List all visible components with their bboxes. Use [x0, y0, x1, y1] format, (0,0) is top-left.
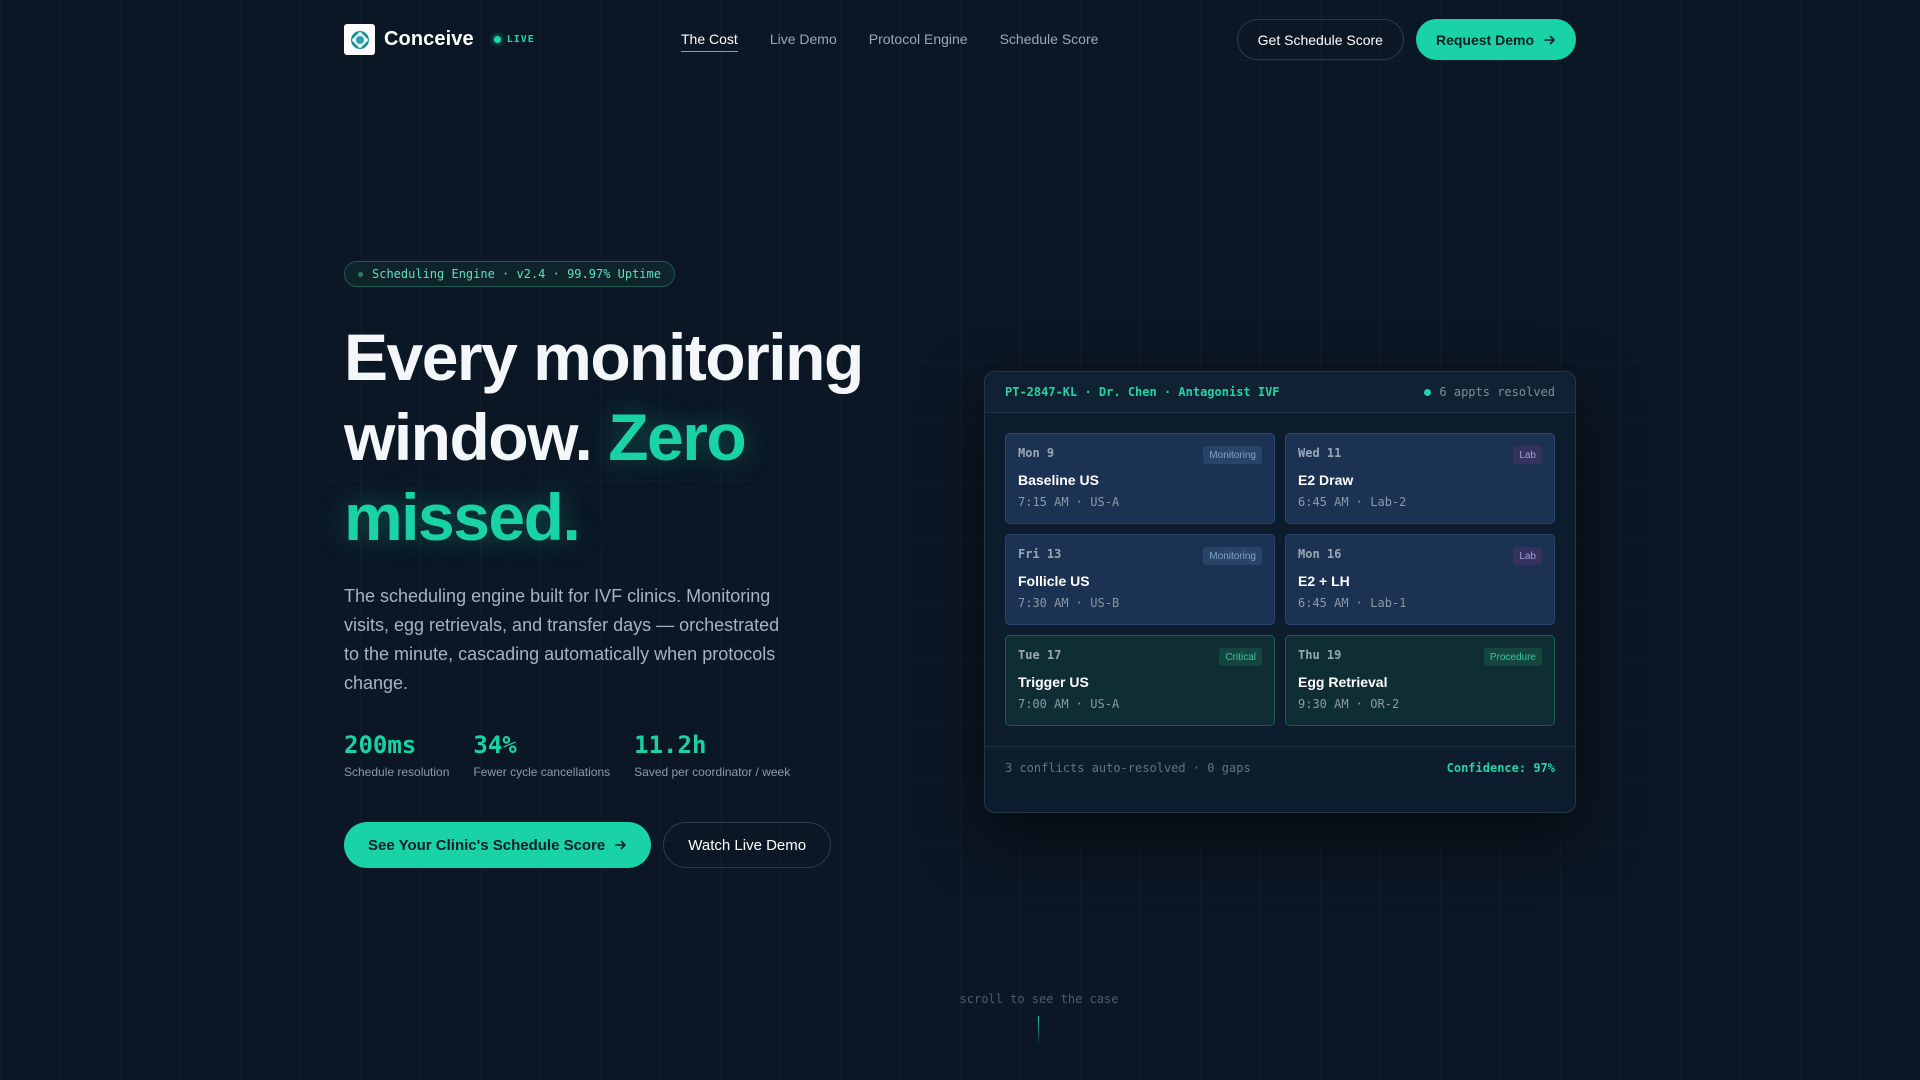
hero-description: The scheduling engine built for IVF clin… — [344, 586, 780, 693]
appointment-card[interactable]: Wed 11 Lab E2 Draw 6:45 AM · Lab-2 — [1285, 433, 1555, 524]
nav-actions: Get Schedule Score Request Demo — [1236, 19, 1576, 60]
schedule-score-cta-label: See Your Clinic's Schedule Score — [368, 836, 606, 854]
hero-headline: Every monitoring window. Zero missed. — [344, 317, 904, 557]
stat-item: 34% Fewer cycle cancellations — [473, 731, 610, 779]
panel-header: PT-2847-KL · Dr. Chen · Antagonist IVF 6… — [985, 372, 1575, 413]
schedule-score-cta-button[interactable]: See Your Clinic's Schedule Score — [344, 822, 652, 868]
stat-item: 11.2h Saved per coordinator / week — [634, 731, 790, 779]
scroll-indicator-line — [1038, 1016, 1039, 1046]
appointment-card[interactable]: Fri 13 Monitoring Follicle US 7:30 AM · … — [1005, 534, 1275, 625]
appointment-meta: 7:00 AM · US-A — [1018, 697, 1120, 711]
headline-line-1: Every monitoring — [344, 320, 864, 394]
confidence-score: Confidence: 97% — [1446, 760, 1555, 775]
request-demo-button[interactable]: Request Demo — [1415, 19, 1576, 60]
resolved-status: 6 appts resolved — [1424, 385, 1555, 399]
appointment-time: 9:30 AM — [1298, 697, 1349, 711]
headline-line-2a: window. — [344, 400, 593, 474]
version-badge: Scheduling Engine · v2.4 · 99.97% Uptime — [344, 261, 675, 287]
live-dot-icon — [493, 36, 501, 43]
appointment-meta: 6:45 AM · Lab-2 — [1298, 495, 1407, 509]
appointment-meta: 7:30 AM · US-B — [1018, 596, 1120, 610]
appointment-card[interactable]: Tue 17 Critical Trigger US 7:00 AM · US-… — [1005, 635, 1275, 726]
badge-dot-icon — [358, 271, 363, 277]
appointment-day: Wed 11 — [1298, 446, 1342, 460]
stat-label: Saved per coordinator / week — [634, 765, 791, 779]
brand-name[interactable]: Conceive — [384, 28, 474, 51]
headline-accent-missed: missed. — [344, 480, 581, 554]
appointment-title: Trigger US — [1018, 674, 1089, 690]
nav-link-protocol-engine[interactable]: Protocol Engine — [869, 31, 968, 52]
nav-link-the-cost[interactable]: The Cost — [681, 31, 738, 52]
scroll-hint: scroll to see the case — [959, 992, 1119, 1006]
appointment-time: 7:00 AM — [1018, 697, 1069, 711]
appointment-card[interactable]: Mon 16 Lab E2 + LH 6:45 AM · Lab-1 — [1285, 534, 1555, 625]
nav-link-live-demo[interactable]: Live Demo — [770, 31, 837, 52]
top-nav: Conceive LIVE The Cost Live Demo Protoco… — [344, 19, 1576, 60]
appointment-meta: 7:15 AM · US-A — [1018, 495, 1120, 509]
live-indicator: LIVE — [493, 34, 535, 45]
nav-link-schedule-score[interactable]: Schedule Score — [1000, 31, 1099, 52]
appointment-tag: Lab — [1513, 446, 1542, 464]
appointment-tag: Procedure — [1483, 648, 1542, 666]
appointment-meta: 9:30 AM · OR-2 — [1298, 697, 1400, 711]
nav-links: The Cost Live Demo Protocol Engine Sched… — [681, 31, 1098, 52]
stat-value: 200ms — [344, 731, 417, 759]
live-label: LIVE — [506, 34, 535, 45]
hero-stats: 200ms Schedule resolution 34% Fewer cycl… — [344, 731, 790, 779]
appointment-location: US-A — [1090, 697, 1120, 711]
stat-value: 11.2h — [634, 731, 707, 759]
schedule-panel: PT-2847-KL · Dr. Chen · Antagonist IVF 6… — [984, 371, 1576, 813]
appointment-location: US-B — [1090, 596, 1120, 610]
appointment-title: Baseline US — [1018, 472, 1099, 488]
stat-item: 200ms Schedule resolution — [344, 731, 449, 779]
appointment-tag: Critical — [1219, 648, 1262, 666]
appointment-title: Egg Retrieval — [1298, 674, 1388, 690]
appointment-location: Lab-2 — [1370, 495, 1407, 509]
stat-value: 34% — [473, 731, 517, 759]
badge-text: Scheduling Engine · v2.4 · 99.97% Uptime — [372, 267, 661, 281]
conflicts-summary: 3 conflicts auto-resolved · 0 gaps — [1005, 760, 1251, 775]
watch-live-demo-button[interactable]: Watch Live Demo — [663, 822, 832, 868]
appointment-time: 6:45 AM — [1298, 596, 1349, 610]
appointment-location: US-A — [1090, 495, 1120, 509]
appointment-meta: 6:45 AM · Lab-1 — [1298, 596, 1407, 610]
appointment-title: E2 Draw — [1298, 472, 1354, 488]
appointment-tag: Monitoring — [1203, 446, 1262, 464]
stat-label: Fewer cycle cancellations — [473, 765, 611, 779]
appointment-location: OR-2 — [1370, 697, 1400, 711]
appointment-time: 6:45 AM — [1298, 495, 1349, 509]
appointment-tag: Lab — [1513, 547, 1542, 565]
resolved-status-text: 6 appts resolved — [1439, 385, 1555, 399]
appointment-location: Lab-1 — [1370, 596, 1407, 610]
appointment-tag: Monitoring — [1203, 547, 1262, 565]
get-schedule-score-button[interactable]: Get Schedule Score — [1236, 19, 1404, 60]
appointment-time: 7:15 AM — [1018, 495, 1069, 509]
appointment-grid: Mon 9 Monitoring Baseline US 7:15 AM · U… — [1005, 433, 1555, 726]
hero-actions: See Your Clinic's Schedule Score Watch L… — [344, 822, 832, 868]
appointment-card[interactable]: Thu 19 Procedure Egg Retrieval 9:30 AM ·… — [1285, 635, 1555, 726]
patient-protocol-title: PT-2847-KL · Dr. Chen · Antagonist IVF — [1005, 385, 1280, 399]
arrow-right-icon — [615, 840, 627, 850]
arrow-right-icon — [1544, 35, 1555, 44]
stat-label: Schedule resolution — [344, 765, 450, 779]
panel-footer: 3 conflicts auto-resolved · 0 gaps Confi… — [985, 746, 1575, 788]
appointment-day: Mon 16 — [1298, 547, 1342, 561]
appointment-title: Follicle US — [1018, 573, 1090, 589]
appointment-card[interactable]: Mon 9 Monitoring Baseline US 7:15 AM · U… — [1005, 433, 1275, 524]
headline-accent-zero: Zero — [608, 400, 747, 474]
appointment-title: E2 + LH — [1298, 573, 1350, 589]
status-dot-icon — [1424, 388, 1432, 396]
logo-icon[interactable] — [344, 24, 375, 55]
appointment-time: 7:30 AM — [1018, 596, 1069, 610]
request-demo-label: Request Demo — [1435, 31, 1534, 48]
